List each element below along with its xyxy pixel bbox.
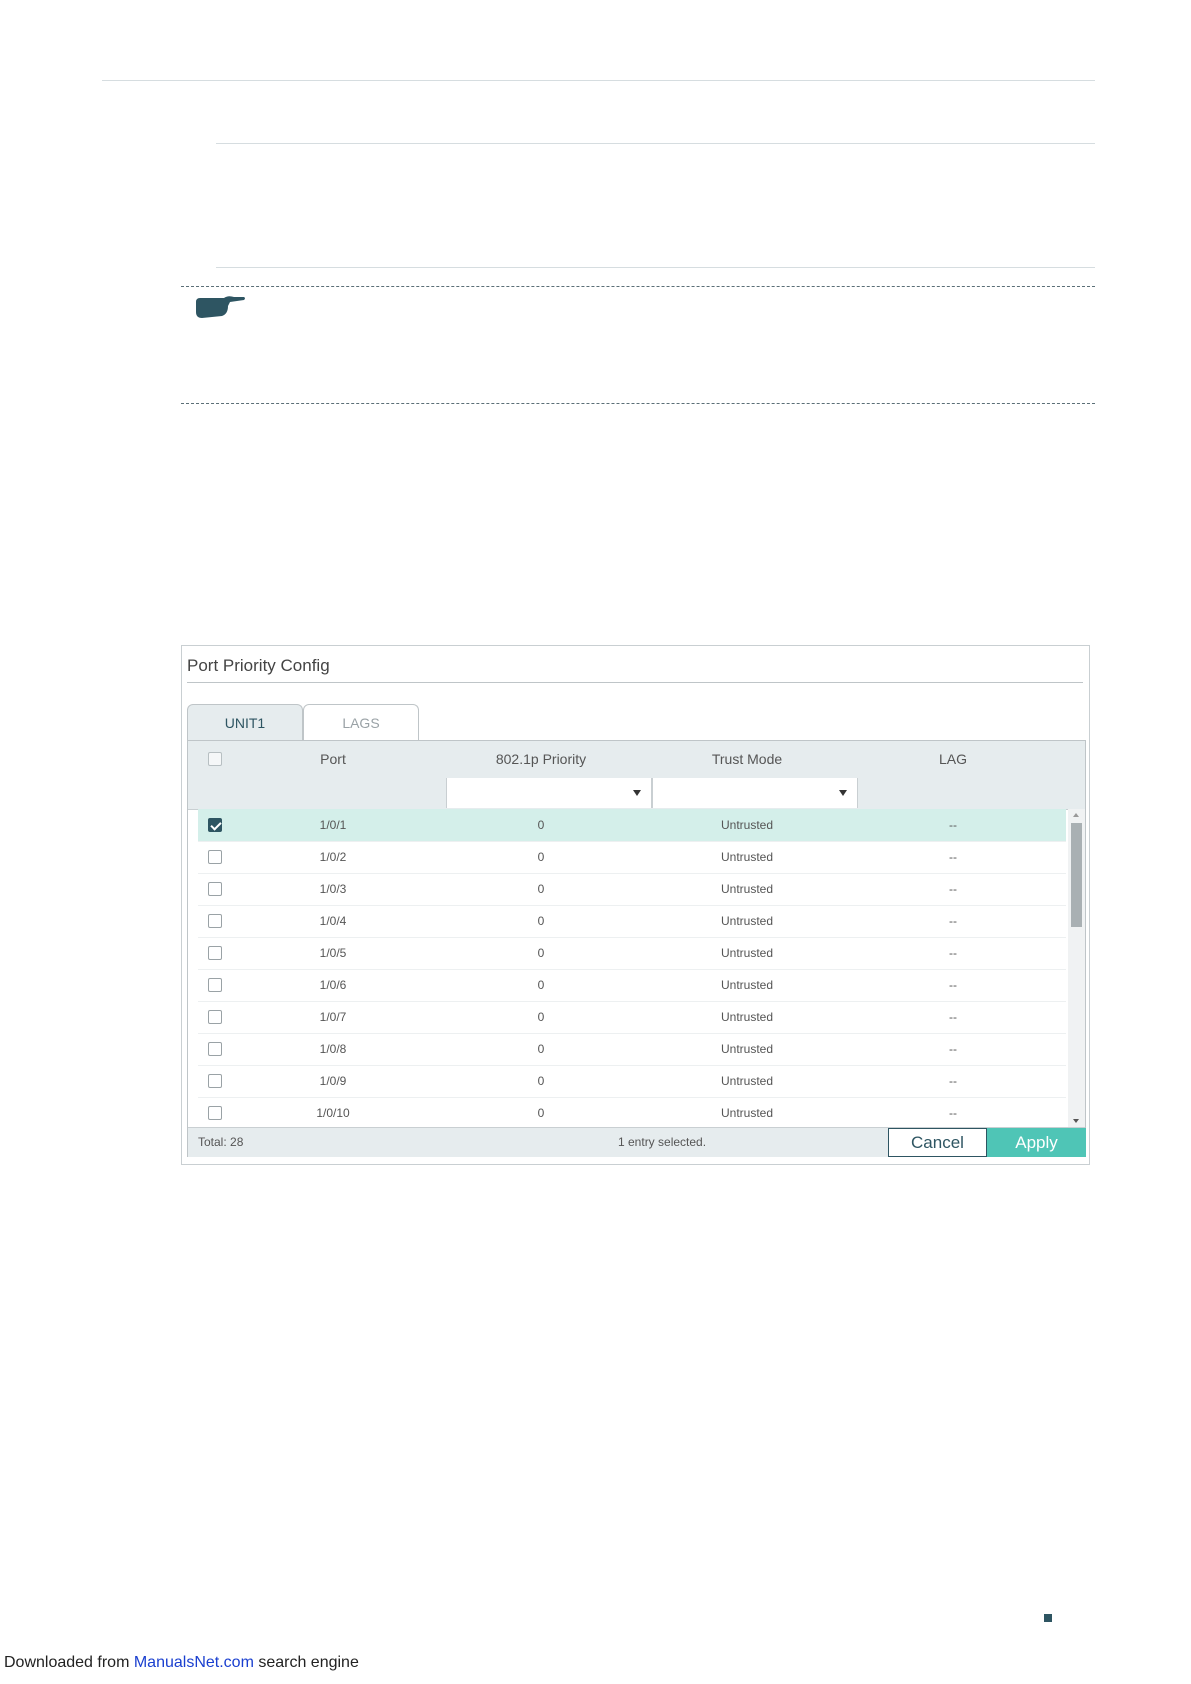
row-checkbox[interactable] xyxy=(208,914,222,928)
trust-mode-cell: Untrusted xyxy=(720,978,774,992)
trust-mode-cell: Untrusted xyxy=(720,946,774,960)
table-row[interactable]: 1/0/9 0 Untrusted -- xyxy=(198,1065,1066,1098)
port-cell: 1/0/6 xyxy=(319,978,347,992)
chevron-down-icon xyxy=(839,790,847,796)
table-row[interactable]: 1/0/2 0 Untrusted -- xyxy=(198,841,1066,874)
port-cell: 1/0/3 xyxy=(319,882,347,896)
port-cell: 1/0/8 xyxy=(319,1042,347,1056)
tab-unit1[interactable]: UNIT1 xyxy=(187,704,303,740)
table-footer: Total: 28 1 entry selected. Cancel Apply xyxy=(188,1127,1086,1157)
chevron-down-icon xyxy=(633,790,641,796)
priority-cell: 0 xyxy=(537,850,545,864)
top-rule xyxy=(102,80,1095,81)
note-bottom-border xyxy=(181,403,1095,404)
panel-title: Port Priority Config xyxy=(187,656,330,675)
lag-cell: -- xyxy=(949,946,957,960)
scroll-up-icon[interactable] xyxy=(1073,813,1079,817)
row-checkbox[interactable] xyxy=(208,1074,222,1088)
port-cell: 1/0/7 xyxy=(319,1010,347,1024)
table-row[interactable]: 1/0/3 0 Untrusted -- xyxy=(198,873,1066,906)
trust-mode-cell: Untrusted xyxy=(720,1106,774,1120)
section-rule xyxy=(216,267,1095,268)
download-footer: Downloaded from ManualsNet.com search en… xyxy=(4,1654,359,1672)
priority-cell: 0 xyxy=(537,1042,545,1056)
priority-filter-select[interactable] xyxy=(446,778,652,808)
table-row[interactable]: 1/0/10 0 Untrusted -- xyxy=(198,1097,1066,1127)
lag-cell: -- xyxy=(949,1010,957,1024)
priority-cell: 0 xyxy=(537,914,545,928)
priority-cell: 0 xyxy=(537,818,545,832)
port-cell: 1/0/9 xyxy=(319,1074,347,1088)
table-row[interactable]: 1/0/5 0 Untrusted -- xyxy=(198,937,1066,970)
trust-mode-cell: Untrusted xyxy=(720,818,774,832)
priority-cell: 0 xyxy=(537,1106,545,1120)
table-row[interactable]: 1/0/6 0 Untrusted -- xyxy=(198,969,1066,1002)
tab-lags[interactable]: LAGS xyxy=(303,704,419,740)
page-marker xyxy=(1044,1614,1052,1622)
lag-cell: -- xyxy=(949,850,957,864)
row-checkbox[interactable] xyxy=(208,882,222,896)
port-cell: 1/0/2 xyxy=(319,850,347,864)
port-cell: 1/0/5 xyxy=(319,946,347,960)
table-row[interactable]: 1/0/1 0 Untrusted -- xyxy=(198,809,1066,842)
trust-mode-cell: Untrusted xyxy=(720,882,774,896)
lag-cell: -- xyxy=(949,818,957,832)
footer-suffix: search engine xyxy=(253,1654,359,1671)
note-top-border xyxy=(181,286,1095,287)
table-row[interactable]: 1/0/8 0 Untrusted -- xyxy=(198,1033,1066,1066)
row-checkbox[interactable] xyxy=(208,978,222,992)
table-body: 1/0/1 0 Untrusted -- 1/0/2 0 Untrusted -- 1/0/3 0… xyxy=(188,809,1068,1127)
lag-cell: -- xyxy=(949,1074,957,1088)
lag-cell: -- xyxy=(949,1106,957,1120)
priority-cell: 0 xyxy=(537,882,545,896)
table-scrollbar[interactable] xyxy=(1068,809,1085,1127)
scrollbar-thumb[interactable] xyxy=(1071,823,1082,927)
port-cell: 1/0/4 xyxy=(319,914,347,928)
trust-mode-cell: Untrusted xyxy=(720,850,774,864)
column-header-priority: 802.1p Priority xyxy=(495,751,587,767)
table-row[interactable]: 1/0/7 0 Untrusted -- xyxy=(198,1001,1066,1034)
port-cell: 1/0/10 xyxy=(316,1106,350,1120)
priority-cell: 0 xyxy=(537,1074,545,1088)
priority-cell: 0 xyxy=(537,1010,545,1024)
row-checkbox[interactable] xyxy=(208,850,222,864)
trust-mode-cell: Untrusted xyxy=(720,914,774,928)
trust-mode-cell: Untrusted xyxy=(720,1074,774,1088)
row-checkbox[interactable] xyxy=(208,946,222,960)
select-all-checkbox[interactable] xyxy=(208,752,222,766)
lag-cell: -- xyxy=(949,882,957,896)
row-checkbox[interactable] xyxy=(208,1106,222,1120)
total-count: Total: 28 xyxy=(198,1135,244,1149)
column-header-port: Port xyxy=(320,751,346,767)
apply-button[interactable]: Apply xyxy=(987,1128,1086,1157)
trust-mode-cell: Untrusted xyxy=(720,1042,774,1056)
row-checkbox[interactable] xyxy=(208,1042,222,1056)
table-row[interactable]: 1/0/4 0 Untrusted -- xyxy=(198,905,1066,938)
port-cell: 1/0/1 xyxy=(319,818,347,832)
section-rule xyxy=(216,143,1095,144)
column-header-trust-mode: Trust Mode xyxy=(711,751,783,767)
column-header-lag: LAG xyxy=(938,751,967,767)
trust-mode-cell: Untrusted xyxy=(720,1010,774,1024)
lag-cell: -- xyxy=(949,914,957,928)
priority-cell: 0 xyxy=(537,978,545,992)
port-priority-table: Port 802.1p Priority Trust Mode LAG 1/0/… xyxy=(187,740,1086,1157)
scroll-down-icon[interactable] xyxy=(1073,1119,1079,1123)
lag-cell: -- xyxy=(949,978,957,992)
cancel-button[interactable]: Cancel xyxy=(888,1128,987,1157)
panel-title-divider xyxy=(187,682,1083,683)
filter-row xyxy=(188,778,1085,810)
manualsnet-link[interactable]: ManualsNet.com xyxy=(134,1654,254,1671)
row-checkbox[interactable] xyxy=(208,818,222,832)
selection-status: 1 entry selected. xyxy=(618,1135,707,1149)
trust-mode-filter-select[interactable] xyxy=(652,778,858,808)
table-header: Port 802.1p Priority Trust Mode LAG xyxy=(188,741,1085,779)
lag-cell: -- xyxy=(949,1042,957,1056)
pointing-hand-icon xyxy=(196,296,245,318)
footer-prefix: Downloaded from xyxy=(4,1654,134,1671)
port-priority-config-panel: Port Priority Config UNIT1 LAGS Port 802… xyxy=(181,645,1090,1165)
priority-cell: 0 xyxy=(537,946,545,960)
row-checkbox[interactable] xyxy=(208,1010,222,1024)
